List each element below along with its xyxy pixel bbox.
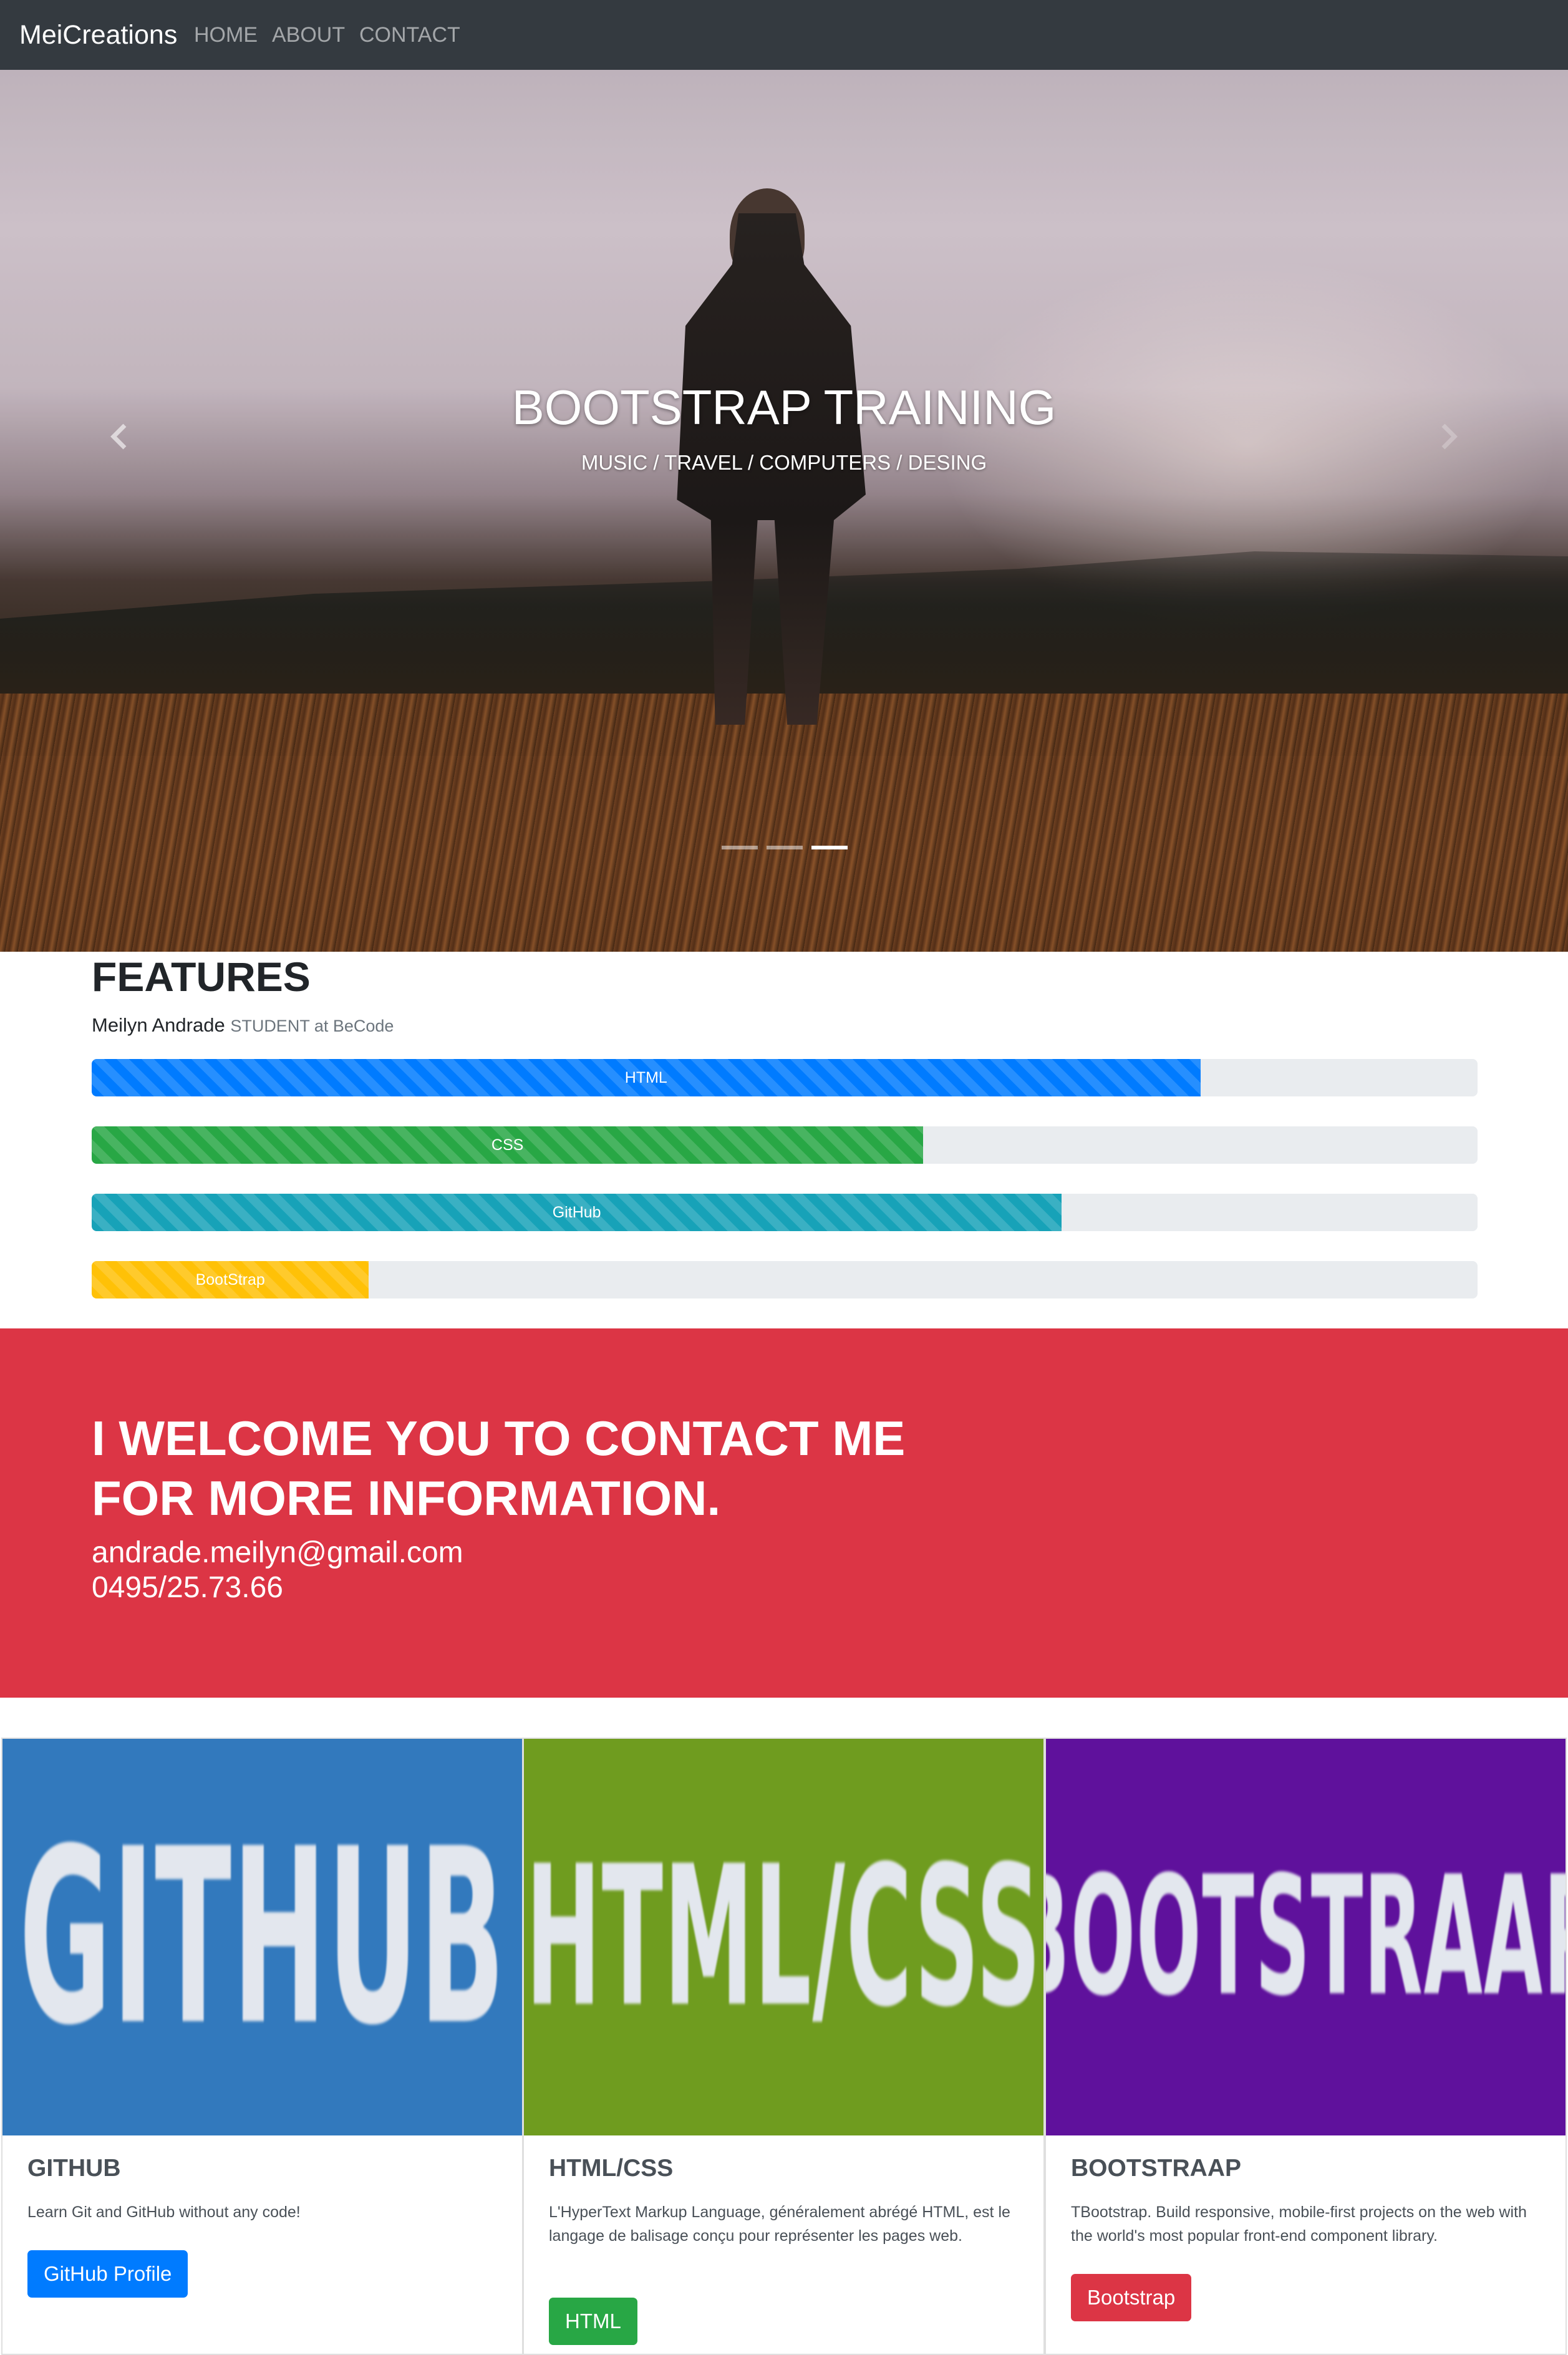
hero-carousel: [0, 70, 1568, 952]
contact-email[interactable]: andrade.meilyn@gmail.com: [92, 1535, 463, 1570]
carousel-prev-button[interactable]: [94, 405, 143, 468]
card-image-github: GITHUB: [2, 1739, 522, 2135]
chevron-right-icon: [1441, 423, 1458, 450]
author-role: STUDENT at BeCode: [230, 1017, 394, 1035]
card-title: GITHUB: [27, 2155, 121, 2182]
features-title: FEATURES: [92, 954, 311, 1000]
contact-heading: I WELCOME YOU TO CONTACT ME FOR MORE INF…: [92, 1408, 1090, 1528]
card-image-bootstrap: BOOTSTRAAP: [1046, 1739, 1566, 2135]
author-name: Meilyn Andrade: [92, 1014, 225, 1036]
hero-title: BOOTSTRAP TRAINING: [511, 380, 1057, 435]
progress-css: CSS: [92, 1126, 1478, 1164]
card-image-text: BOOTSTRAAP: [1046, 1841, 1566, 2033]
progress-bar-html: HTML: [92, 1059, 1201, 1096]
card-text: L'HyperText Markup Language, généralemen…: [549, 2203, 1010, 2245]
card-title: BOOTSTRAAP: [1071, 2155, 1241, 2182]
github-profile-button[interactable]: GitHub Profile: [27, 2250, 188, 2298]
progress-bar-github: GitHub: [92, 1194, 1062, 1231]
carousel-indicator-1[interactable]: [722, 846, 758, 849]
hero-overlay: [0, 70, 1568, 952]
navbar: MeiCreations HOME ABOUT CONTACT: [0, 0, 1568, 70]
nav-home-link[interactable]: HOME: [194, 21, 258, 49]
progress-label-bootstrap: BootStrap: [195, 1270, 265, 1289]
contact-heading-line1: I WELCOME YOU TO CONTACT ME: [92, 1411, 906, 1466]
card-github: GITHUB GITHUB Learn Git and GitHub witho…: [1, 1738, 523, 2355]
progress-bootstrap: BootStrap: [92, 1261, 1478, 1298]
card-htmlcss: HTML/CSS HTML/CSS L'HyperText Markup Lan…: [523, 1738, 1045, 2355]
progress-label-html: HTML: [624, 1068, 667, 1086]
hero-subtitle: MUSIC / TRAVEL / COMPUTERS / DESING: [581, 451, 987, 474]
progress-label-css: CSS: [491, 1136, 524, 1154]
contact-heading-line2: FOR MORE INFORMATION.: [92, 1471, 721, 1526]
card-image-text: GITHUB: [19, 1796, 506, 2078]
carousel-indicator-2[interactable]: [767, 846, 803, 849]
card-text: TBootstrap. Build responsive, mobile-fir…: [1071, 2203, 1527, 2245]
card-text: Learn Git and GitHub without any code!: [27, 2203, 301, 2221]
nav-about-link[interactable]: ABOUT: [272, 21, 345, 49]
bootstrap-button[interactable]: Bootstrap: [1071, 2274, 1192, 2321]
card-title: HTML/CSS: [549, 2155, 674, 2182]
nav-contact-link[interactable]: CONTACT: [359, 21, 460, 49]
html-button[interactable]: HTML: [549, 2298, 637, 2345]
progress-html: HTML: [92, 1059, 1478, 1096]
card-image-htmlcss: HTML/CSS: [524, 1739, 1043, 2135]
features-author: Meilyn Andrade STUDENT at BeCode: [92, 1012, 394, 1040]
chevron-left-icon: [110, 423, 127, 450]
card-bootstrap: BOOTSTRAAP BOOTSTRAAP TBootstrap. Build …: [1045, 1738, 1567, 2355]
carousel-next-button[interactable]: [1425, 405, 1474, 468]
carousel-indicator-3-active[interactable]: [811, 846, 848, 849]
progress-label-github: GitHub: [552, 1203, 601, 1221]
progress-bar-bootstrap: BootStrap: [92, 1261, 369, 1298]
brand-link[interactable]: MeiCreations: [19, 19, 177, 51]
card-image-text: HTML/CSS: [525, 1824, 1042, 2050]
progress-bar-css: CSS: [92, 1126, 924, 1164]
progress-github: GitHub: [92, 1194, 1478, 1231]
contact-phone: 0495/25.73.66: [92, 1571, 283, 1604]
